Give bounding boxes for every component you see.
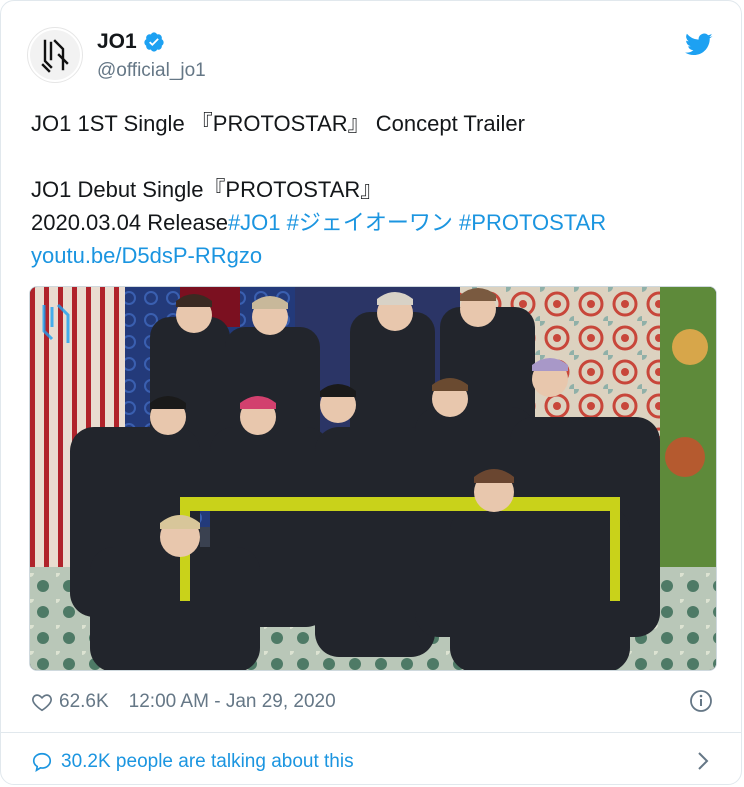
- youtube-link[interactable]: youtu.be/D5dsP-RRgzo: [31, 239, 715, 272]
- hashtag-jo1[interactable]: #JO1: [228, 210, 281, 235]
- heart-icon[interactable]: [31, 691, 53, 713]
- release-text: 2020.03.04 Release: [31, 210, 228, 235]
- tweet-line-title: JO1 1ST Single 『PROTOSTAR』 Concept Trail…: [31, 111, 525, 136]
- tweet-line-release: 2020.03.04 Release#JO1 #ジェイオーワン #PROTOST…: [31, 206, 715, 239]
- talking-about-row[interactable]: 30.2K people are talking about this: [31, 746, 715, 778]
- tweet-header: JO1 @official_jo1: [27, 27, 715, 87]
- avatar[interactable]: [27, 27, 83, 83]
- verified-badge-icon: [144, 32, 164, 52]
- tweet-timestamp[interactable]: 12:00 AM - Jan 29, 2020: [129, 691, 336, 713]
- hashtag-jeioowan[interactable]: #ジェイオーワン: [287, 210, 453, 235]
- talking-about-label[interactable]: 30.2K people are talking about this: [61, 751, 354, 773]
- hashtag-protostar[interactable]: #PROTOSTAR: [459, 210, 606, 235]
- handle[interactable]: @official_jo1: [97, 60, 206, 82]
- like-count[interactable]: 62.6K: [59, 691, 109, 713]
- name-row: JO1: [97, 30, 165, 54]
- chevron-right-icon[interactable]: [695, 750, 711, 772]
- speech-bubble-icon: [32, 752, 52, 772]
- display-name[interactable]: JO1: [97, 30, 137, 54]
- tweet-text: JO1 1ST Single 『PROTOSTAR』 Concept Trail…: [31, 107, 715, 272]
- twitter-bird-icon[interactable]: [685, 33, 713, 57]
- tweet-card: JO1 @official_jo1 JO1 1ST Single 『PROTOS…: [0, 0, 742, 785]
- tweet-footer: 62.6K 12:00 AM - Jan 29, 2020: [31, 685, 715, 719]
- jo1-logo-icon: [30, 30, 80, 80]
- group-photo-image: [30, 287, 716, 670]
- tweet-media-photo[interactable]: [29, 286, 717, 671]
- tweet-line-debut: JO1 Debut Single『PROTOSTAR』: [31, 177, 383, 202]
- info-icon[interactable]: [689, 689, 713, 713]
- divider: [1, 732, 741, 733]
